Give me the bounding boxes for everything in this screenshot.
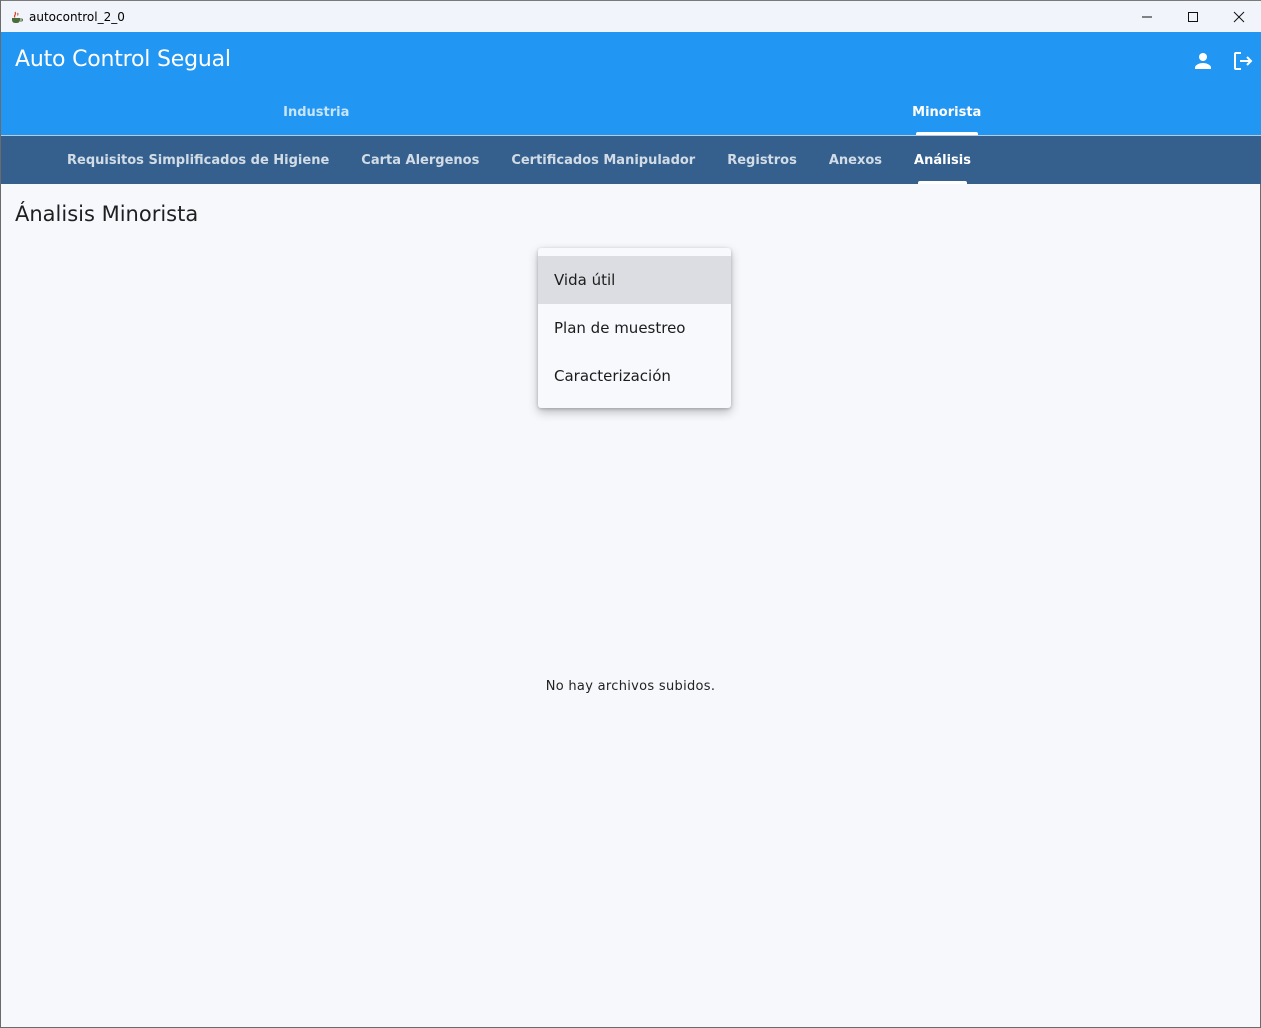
- window-titlebar[interactable]: autocontrol_2_0: [1, 0, 1261, 32]
- logout-button[interactable]: [1230, 48, 1256, 74]
- tab-label: Minorista: [912, 105, 982, 120]
- subtab-certificados[interactable]: Certificados Manipulador: [495, 136, 711, 184]
- subtab-carta-alergenos[interactable]: Carta Alergenos: [345, 136, 495, 184]
- menu-item-vida-util[interactable]: Vida útil: [538, 256, 731, 304]
- subtab-label: Carta Alergenos: [361, 152, 480, 168]
- app-title: Auto Control Segual: [15, 47, 231, 72]
- subtab-label: Certificados Manipulador: [511, 152, 696, 168]
- empty-state-message: No hay archivos subidos.: [545, 679, 716, 694]
- menu-item-label: Caracterización: [554, 367, 671, 385]
- subtab-label: Requisitos Simplificados de Higiene: [67, 152, 330, 168]
- window-controls: [1124, 1, 1261, 32]
- app-bar: Auto Control Segual Industria Minorista: [1, 32, 1261, 135]
- close-button[interactable]: [1216, 1, 1261, 32]
- menu-item-plan-muestreo[interactable]: Plan de muestreo: [538, 304, 731, 352]
- menu-item-label: Vida útil: [554, 271, 616, 289]
- profile-button[interactable]: [1190, 48, 1216, 74]
- analysis-type-menu: Vida útil Plan de muestreo Caracterizaci…: [538, 248, 731, 408]
- main-tab-bar: Industria Minorista: [1, 98, 1261, 135]
- appbar-actions: [1190, 48, 1256, 74]
- java-cup-icon: [9, 10, 23, 24]
- tab-label: Industria: [283, 105, 350, 120]
- person-icon: [1195, 53, 1211, 69]
- subtab-requisitos[interactable]: Requisitos Simplificados de Higiene: [51, 136, 345, 184]
- subtab-label: Anexos: [828, 152, 883, 168]
- window-title: autocontrol_2_0: [29, 9, 125, 24]
- sub-tab-bar: Requisitos Simplificados de Higiene Cart…: [1, 136, 1261, 184]
- app-window: autocontrol_2_0 Auto Control Segual Indu…: [0, 0, 1261, 1028]
- minimize-button[interactable]: [1124, 1, 1170, 32]
- close-icon: [1233, 11, 1245, 22]
- subtab-analisis[interactable]: Análisis: [898, 136, 987, 184]
- subtab-registros[interactable]: Registros: [711, 136, 813, 184]
- maximize-button[interactable]: [1170, 1, 1216, 32]
- subtab-label: Registros: [727, 152, 797, 168]
- page-title: Ánalisis Minorista: [15, 202, 199, 226]
- maximize-icon: [1188, 11, 1198, 22]
- subtab-anexos[interactable]: Anexos: [813, 136, 898, 184]
- menu-item-caracterizacion[interactable]: Caracterización: [538, 352, 731, 400]
- tab-minorista[interactable]: Minorista: [632, 98, 1261, 135]
- tab-industria[interactable]: Industria: [1, 98, 632, 135]
- logout-icon: [1234, 52, 1253, 70]
- menu-item-label: Plan de muestreo: [554, 319, 686, 337]
- minimize-icon: [1142, 16, 1152, 17]
- subtab-label: Análisis: [914, 152, 971, 168]
